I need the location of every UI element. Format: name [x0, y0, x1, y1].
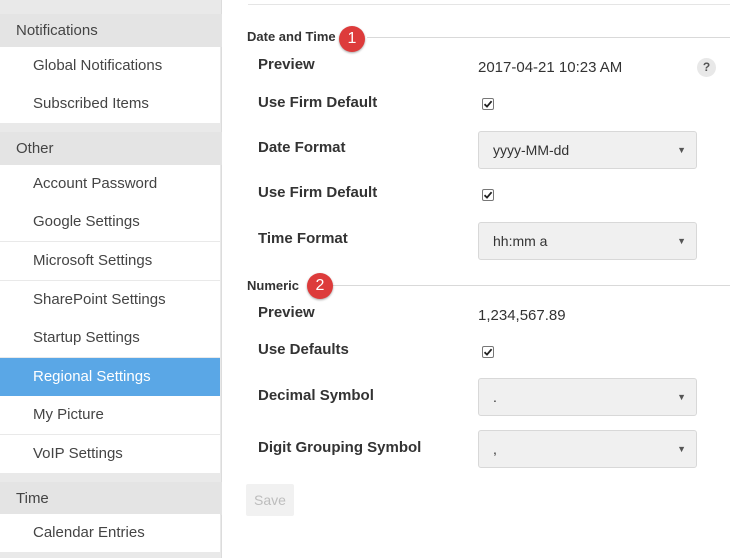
sidebar-item-account-password[interactable]: Account Password: [0, 165, 220, 203]
sidebar-item-my-picture[interactable]: My Picture: [0, 396, 220, 434]
date-format-value: yyyy-MM-dd: [493, 142, 570, 158]
top-divider: [248, 4, 730, 5]
use-firm-default-date-checkbox[interactable]: [482, 98, 494, 110]
numeric-preview-value: 1,234,567.89: [478, 307, 566, 324]
step-badge-2: 2: [307, 273, 333, 299]
checkmark-icon: [483, 100, 493, 108]
sidebar-item-calendar-entries[interactable]: Calendar Entries: [0, 514, 220, 552]
sidebar-section-other: Other: [0, 132, 222, 165]
digit-grouping-value: ,: [493, 441, 497, 457]
date-preview-value: 2017-04-21 10:23 AM: [478, 59, 623, 76]
time-format-label: Time Format: [258, 230, 348, 247]
date-format-label: Date Format: [258, 139, 346, 156]
decimal-symbol-value: .: [493, 389, 497, 405]
checkmark-icon: [483, 191, 493, 199]
sidebar-section-notifications: Notifications: [0, 14, 222, 47]
sidebar-item-global-notifications[interactable]: Global Notifications: [0, 47, 220, 85]
numeric-preview-label: Preview: [258, 304, 315, 321]
checkmark-icon: [483, 348, 493, 356]
sidebar-item-sharepoint-settings[interactable]: SharePoint Settings: [0, 281, 220, 319]
chevron-down-icon: ▼: [677, 444, 686, 454]
use-defaults-label: Use Defaults: [258, 341, 349, 358]
date-time-group-title: Date and Time: [247, 29, 336, 44]
use-firm-default-date-label: Use Firm Default: [258, 94, 378, 111]
decimal-symbol-select[interactable]: . ▼: [478, 378, 697, 416]
save-button[interactable]: Save: [246, 484, 294, 516]
use-firm-default-time-label: Use Firm Default: [258, 184, 378, 201]
digit-grouping-select[interactable]: , ▼: [478, 430, 697, 468]
sidebar-item-voip-settings[interactable]: VoIP Settings: [0, 435, 220, 473]
date-format-select[interactable]: yyyy-MM-dd ▼: [478, 131, 697, 169]
use-defaults-checkbox[interactable]: [482, 346, 494, 358]
sidebar-item-regional-settings[interactable]: Regional Settings: [0, 358, 220, 396]
help-icon[interactable]: ?: [697, 58, 716, 77]
decimal-symbol-label: Decimal Symbol: [258, 387, 374, 404]
sidebar-item-microsoft-settings[interactable]: Microsoft Settings: [0, 242, 220, 280]
sidebar: Notifications Global Notifications Subsc…: [0, 0, 222, 558]
digit-grouping-label: Digit Grouping Symbol: [258, 439, 422, 456]
sidebar-item-google-settings[interactable]: Google Settings: [0, 203, 220, 241]
numeric-group-divider: [330, 285, 730, 286]
time-format-select[interactable]: hh:mm a ▼: [478, 222, 697, 260]
chevron-down-icon: ▼: [677, 392, 686, 402]
time-format-value: hh:mm a: [493, 233, 548, 249]
use-firm-default-time-checkbox[interactable]: [482, 189, 494, 201]
date-preview-label: Preview: [258, 56, 315, 73]
sidebar-item-startup-settings[interactable]: Startup Settings: [0, 319, 220, 357]
chevron-down-icon: ▼: [677, 145, 686, 155]
chevron-down-icon: ▼: [677, 236, 686, 246]
sidebar-section-time: Time: [0, 482, 222, 515]
sidebar-item-subscribed-items[interactable]: Subscribed Items: [0, 85, 220, 123]
numeric-group-title: Numeric: [247, 278, 300, 293]
step-badge-1: 1: [339, 26, 365, 52]
date-time-group-divider: [367, 37, 730, 38]
